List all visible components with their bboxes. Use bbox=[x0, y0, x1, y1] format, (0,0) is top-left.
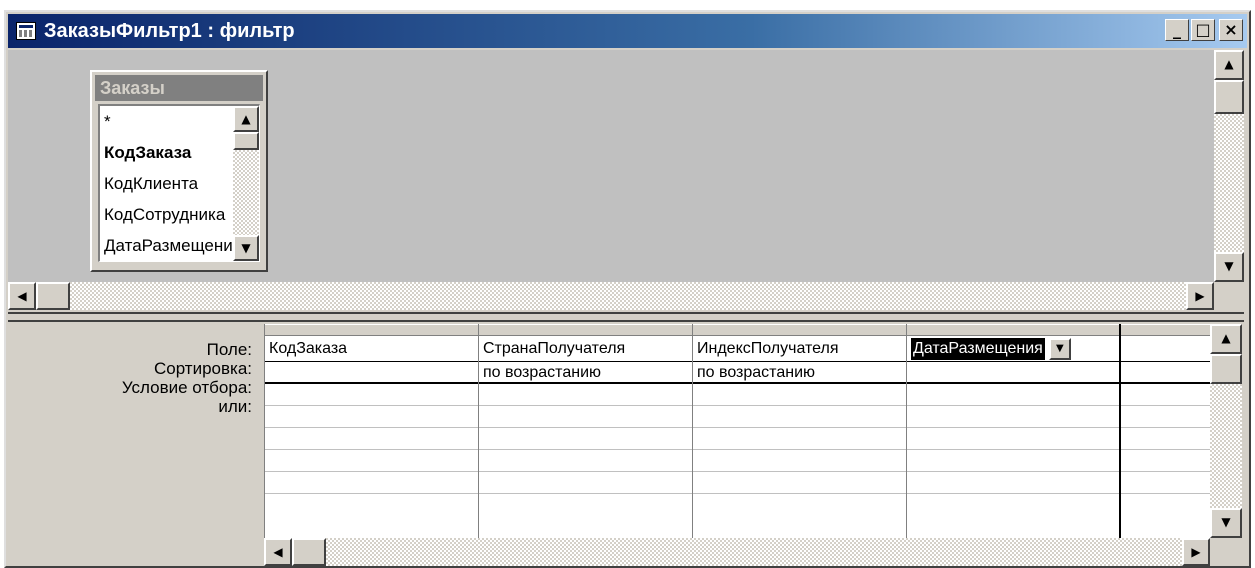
field-list-item[interactable]: КодСотрудника bbox=[100, 199, 234, 230]
scroll-corner bbox=[1210, 538, 1242, 566]
scroll-left-icon[interactable]: ◀ bbox=[8, 282, 36, 310]
pane-splitter[interactable] bbox=[8, 312, 1244, 322]
field-cell[interactable]: СтранаПолучателя bbox=[479, 336, 692, 362]
scroll-corner bbox=[1214, 282, 1244, 310]
column-selector[interactable] bbox=[265, 324, 478, 336]
grid-row-labels: Поле: Сортировка: Условие отбора: или: bbox=[8, 340, 258, 416]
field-list-item[interactable]: КодЗаказа bbox=[100, 137, 234, 168]
design-grid[interactable]: КодЗаказа СтранаПолучателя по возрастани… bbox=[264, 324, 1210, 538]
grid-column-active[interactable]: ДатаРазмещения ▼ bbox=[907, 324, 1121, 538]
field-list-item[interactable]: КодКлиента bbox=[100, 168, 234, 199]
criteria-cell[interactable] bbox=[693, 384, 906, 406]
field-list-item[interactable]: * bbox=[100, 106, 234, 137]
scroll-up-icon[interactable]: ▲ bbox=[1214, 50, 1244, 80]
field-cell[interactable]: КодЗаказа bbox=[265, 336, 478, 362]
close-button[interactable]: × bbox=[1219, 19, 1243, 41]
or-cell[interactable] bbox=[479, 472, 692, 494]
field-list-item[interactable]: ДатаРазмещения bbox=[100, 230, 234, 261]
scroll-down-icon[interactable]: ▼ bbox=[233, 235, 259, 261]
scroll-down-icon[interactable]: ▼ bbox=[1214, 252, 1244, 282]
sort-cell[interactable] bbox=[907, 362, 1119, 384]
column-selector[interactable] bbox=[693, 324, 906, 336]
field-cell[interactable]: ИндексПолучателя bbox=[693, 336, 906, 362]
or-cell[interactable] bbox=[1121, 406, 1210, 428]
or-cell[interactable] bbox=[479, 450, 692, 472]
or-cell[interactable] bbox=[693, 428, 906, 450]
dropdown-arrow-icon[interactable]: ▼ bbox=[1048, 338, 1071, 360]
column-selector[interactable] bbox=[907, 324, 1119, 336]
scroll-up-icon[interactable]: ▲ bbox=[233, 106, 259, 132]
row-label-criteria: Условие отбора: bbox=[121, 378, 252, 397]
minimize-button[interactable]: _ bbox=[1165, 19, 1189, 41]
scroll-up-icon[interactable]: ▲ bbox=[1210, 324, 1242, 354]
grid-hscroll-thumb[interactable] bbox=[292, 538, 326, 566]
or-cell[interactable] bbox=[693, 472, 906, 494]
upper-vscroll-thumb[interactable] bbox=[1214, 80, 1244, 114]
grid-horizontal-scrollbar[interactable]: ◀ ▶ bbox=[264, 538, 1210, 566]
grid-column[interactable]: КодЗаказа bbox=[265, 324, 479, 538]
criteria-cell[interactable] bbox=[1121, 384, 1210, 406]
grid-column[interactable]: ИндексПолучателя по возрастанию bbox=[693, 324, 907, 538]
or-cell[interactable] bbox=[1121, 428, 1210, 450]
grid-column[interactable]: СтранаПолучателя по возрастанию bbox=[479, 324, 693, 538]
sort-cell[interactable] bbox=[1121, 362, 1210, 384]
field-cell[interactable] bbox=[1121, 336, 1210, 362]
upper-hscroll-thumb[interactable] bbox=[36, 282, 70, 310]
or-cell[interactable] bbox=[265, 428, 478, 450]
or-cell[interactable] bbox=[479, 406, 692, 428]
row-label-or: или: bbox=[218, 397, 252, 416]
title-bar[interactable]: ЗаказыФильтр1 : фильтр _ □ × bbox=[8, 14, 1247, 48]
or-cell[interactable] bbox=[907, 472, 1119, 494]
filter-window-icon bbox=[16, 22, 36, 40]
or-cell[interactable] bbox=[479, 428, 692, 450]
field-list-scrollbar[interactable]: ▲ ▼ bbox=[233, 106, 259, 261]
criteria-cell[interactable] bbox=[479, 384, 692, 406]
table-pane: Заказы * КодЗаказа КодКлиента КодСотрудн… bbox=[8, 50, 1244, 310]
row-label-field: Поле: bbox=[206, 340, 252, 359]
or-cell[interactable] bbox=[265, 472, 478, 494]
row-label-sort: Сортировка: bbox=[153, 359, 252, 378]
or-cell[interactable] bbox=[693, 450, 906, 472]
field-dropdown-value[interactable]: ДатаРазмещения bbox=[911, 338, 1045, 360]
or-cell[interactable] bbox=[1121, 472, 1210, 494]
window-controls: _ □ × bbox=[1165, 19, 1243, 41]
criteria-cell[interactable] bbox=[907, 384, 1119, 406]
window-title: ЗаказыФильтр1 : фильтр bbox=[44, 19, 295, 42]
column-selector[interactable] bbox=[479, 324, 692, 336]
scroll-right-icon[interactable]: ▶ bbox=[1186, 282, 1214, 310]
design-grid-pane: Поле: Сортировка: Условие отбора: или: К… bbox=[8, 324, 1244, 566]
or-cell[interactable] bbox=[1121, 450, 1210, 472]
sort-cell[interactable]: по возрастанию bbox=[479, 362, 692, 384]
upper-horizontal-scrollbar[interactable]: ◀ ▶ bbox=[8, 282, 1214, 310]
or-cell[interactable] bbox=[907, 406, 1119, 428]
or-cell[interactable] bbox=[265, 450, 478, 472]
scroll-down-icon[interactable]: ▼ bbox=[1210, 508, 1242, 538]
field-list-scroll-thumb[interactable] bbox=[233, 132, 259, 150]
field-list[interactable]: * КодЗаказа КодКлиента КодСотрудника Дат… bbox=[98, 104, 260, 262]
filter-window: ЗаказыФильтр1 : фильтр _ □ × Заказы * Ко… bbox=[4, 10, 1251, 568]
scroll-right-icon[interactable]: ▶ bbox=[1182, 538, 1210, 566]
column-selector[interactable] bbox=[1121, 324, 1210, 336]
upper-vertical-scrollbar[interactable]: ▲ ▼ bbox=[1214, 50, 1244, 282]
or-cell[interactable] bbox=[265, 406, 478, 428]
criteria-cell[interactable] bbox=[265, 384, 478, 406]
grid-column[interactable] bbox=[1121, 324, 1210, 538]
grid-vscroll-thumb[interactable] bbox=[1210, 354, 1242, 384]
sort-cell[interactable]: по возрастанию bbox=[693, 362, 906, 384]
field-list-title[interactable]: Заказы bbox=[95, 75, 263, 101]
or-cell[interactable] bbox=[907, 450, 1119, 472]
field-cell-dropdown[interactable]: ДатаРазмещения ▼ bbox=[907, 336, 1119, 362]
or-cell[interactable] bbox=[907, 428, 1119, 450]
field-list-window[interactable]: Заказы * КодЗаказа КодКлиента КодСотрудн… bbox=[90, 70, 268, 272]
scroll-left-icon[interactable]: ◀ bbox=[264, 538, 292, 566]
maximize-button[interactable]: □ bbox=[1191, 19, 1215, 41]
or-cell[interactable] bbox=[693, 406, 906, 428]
sort-cell[interactable] bbox=[265, 362, 478, 384]
grid-vertical-scrollbar[interactable]: ▲ ▼ bbox=[1210, 324, 1242, 538]
